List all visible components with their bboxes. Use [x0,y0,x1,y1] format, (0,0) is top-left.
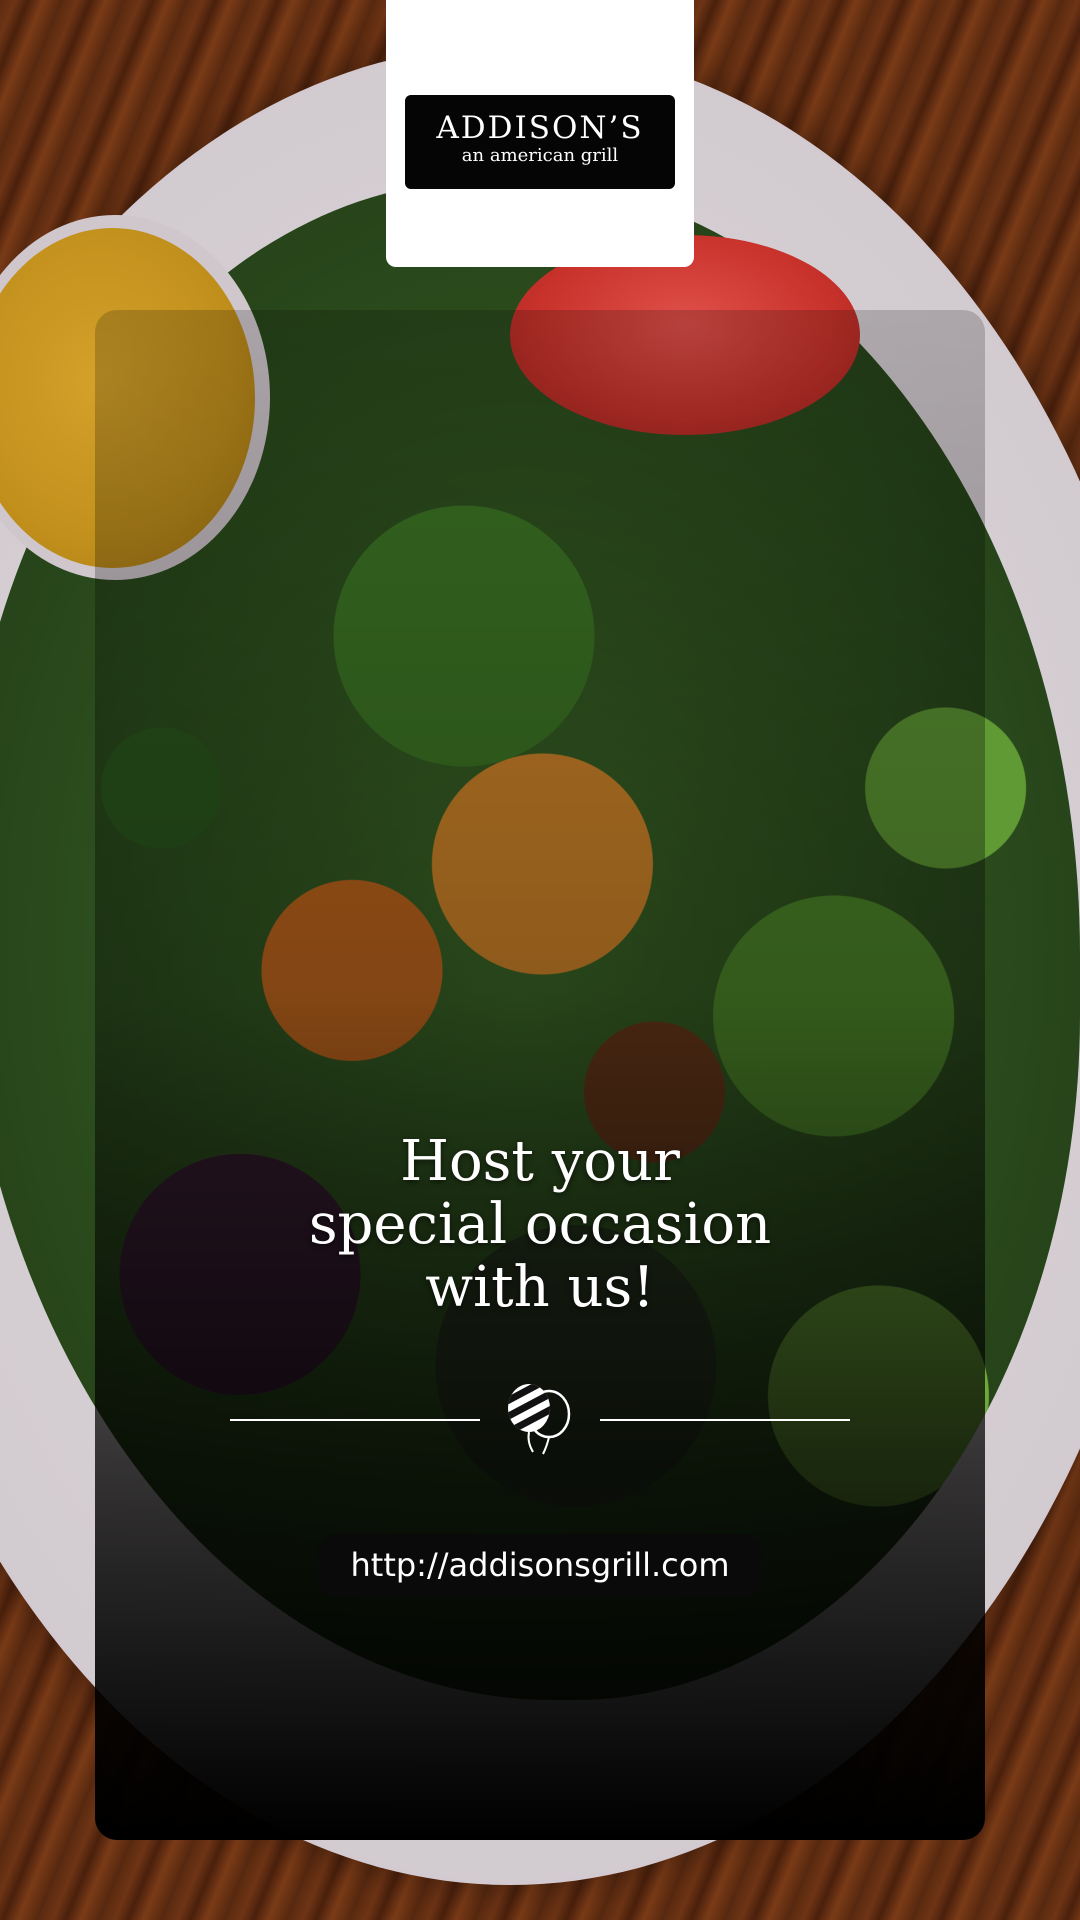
divider-line-right [600,1419,850,1421]
promo-overlay-panel [95,310,985,1840]
logo-card: ADDISON’S an american grill [386,0,694,267]
brand-logo[interactable]: ADDISON’S an american grill [405,95,675,189]
divider-line-left [230,1419,480,1421]
brand-name: ADDISON’S [436,110,644,146]
headline-line-3: with us! [425,1255,655,1320]
headline-line-1: Host your [400,1129,680,1194]
brand-tagline: an american grill [461,145,619,166]
website-link[interactable]: http://addisonsgrill.com [318,1534,762,1597]
headline-line-2: special occasion [308,1192,772,1257]
balloons-icon [508,1384,571,1455]
promo-headline: Host your special occasion with us! [240,1130,840,1319]
